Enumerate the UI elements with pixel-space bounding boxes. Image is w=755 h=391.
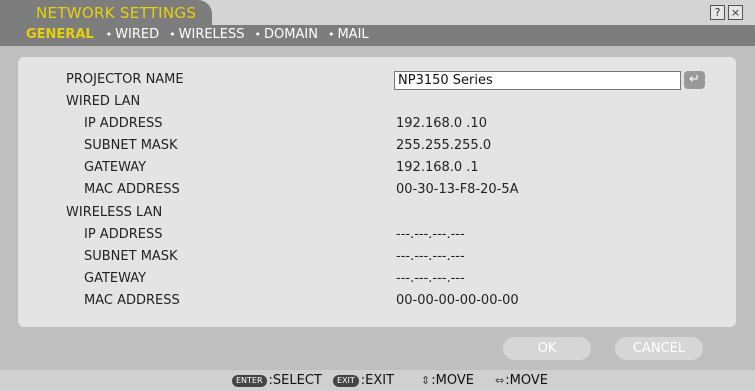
ok-button[interactable]: OK [503, 337, 591, 360]
tab-bullet: • [169, 28, 176, 41]
hint-exit: EXIT :EXIT [333, 373, 394, 388]
wired-mac-label: MAC ADDRESS [84, 182, 180, 197]
hint-move-vertical-text: :MOVE [431, 373, 474, 388]
wireless-gateway-value: ---.---.---.--- [396, 271, 465, 286]
help-icon[interactable]: ? [710, 5, 725, 20]
wireless-ip-value: ---.---.---.--- [396, 227, 465, 242]
title-icons: ? × [710, 5, 743, 20]
wireless-mac-label: MAC ADDRESS [84, 293, 180, 308]
tab-domain[interactable]: • DOMAIN [255, 27, 318, 42]
enter-key-icon: ENTER [232, 374, 267, 387]
wireless-subnet-label: SUBNET MASK [84, 249, 178, 264]
general-panel: PROJECTOR NAME NP3150 Series ↵ WIRED LAN… [18, 57, 736, 327]
wired-subnet-value: 255.255.255.0 [396, 138, 492, 153]
wired-ip-value: 192.168.0 .10 [396, 116, 487, 131]
wireless-lan-heading: WIRELESS LAN [66, 205, 163, 220]
wireless-subnet-value: ---.---.---.--- [396, 249, 465, 264]
left-right-arrow-icon: ⇔ [495, 374, 505, 387]
hint-select-text: :SELECT [268, 373, 322, 388]
wired-gateway-value: 192.168.0 .1 [396, 160, 479, 175]
tab-bullet: • [254, 28, 262, 41]
tab-mail[interactable]: • MAIL [328, 27, 369, 42]
tab-wireless[interactable]: • WIRELESS [169, 27, 244, 42]
hint-move-horizontal-text: :MOVE [505, 373, 548, 388]
tabs: GENERAL • WIRED • WIRELESS • DOMAIN • MAIL [26, 27, 379, 42]
tab-bullet: • [105, 28, 113, 41]
window-title: NETWORK SETTINGS [36, 4, 197, 22]
tab-wired[interactable]: • WIRED [106, 27, 159, 42]
tab-label: DOMAIN [264, 27, 318, 42]
wireless-gateway-label: GATEWAY [84, 271, 147, 286]
tab-general[interactable]: GENERAL [26, 27, 94, 42]
hint-exit-text: :EXIT [360, 373, 395, 388]
hint-select: ENTER :SELECT [232, 373, 322, 388]
up-down-arrow-icon: ⇕ [421, 374, 431, 387]
title-bar: NETWORK SETTINGS ? × [0, 0, 755, 25]
projector-name-field[interactable]: NP3150 Series [394, 71, 681, 90]
tab-label: WIRED [115, 27, 160, 42]
tab-label: WIRELESS [178, 27, 245, 42]
wired-mac-value: 00-30-13-F8-20-5A [396, 182, 519, 197]
wired-subnet-label: SUBNET MASK [84, 138, 178, 153]
footer-hints: ENTER :SELECT EXIT :EXIT ⇕ :MOVE ⇔ :MOVE [0, 370, 755, 391]
wired-lan-heading: WIRED LAN [66, 94, 141, 109]
exit-key-icon: EXIT [333, 374, 359, 387]
tab-bullet: • [327, 28, 335, 41]
title-tab: NETWORK SETTINGS [0, 0, 212, 25]
wireless-mac-value: 00-00-00-00-00-00 [396, 293, 519, 308]
tab-label: MAIL [337, 27, 369, 42]
wireless-ip-label: IP ADDRESS [84, 227, 163, 242]
hint-move-horizontal: ⇔ :MOVE [495, 373, 548, 388]
wired-ip-label: IP ADDRESS [84, 116, 163, 131]
projector-name-label: PROJECTOR NAME [66, 72, 184, 87]
tab-strip: GENERAL • WIRED • WIRELESS • DOMAIN • MAIL [0, 25, 755, 46]
wired-gateway-label: GATEWAY [84, 160, 147, 175]
hint-move-vertical: ⇕ :MOVE [421, 373, 474, 388]
cancel-button[interactable]: CANCEL [615, 337, 703, 360]
enter-icon[interactable]: ↵ [684, 71, 705, 89]
network-settings-window: NETWORK SETTINGS ? × GENERAL • WIRED • WIR… [0, 0, 755, 391]
close-icon[interactable]: × [728, 5, 743, 20]
